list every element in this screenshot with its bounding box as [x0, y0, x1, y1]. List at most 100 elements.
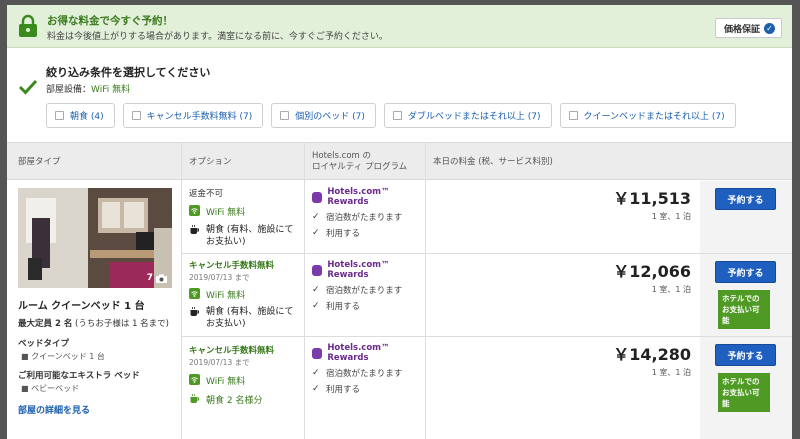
rate-row: 返金不可 WiFi 無料 朝食 (有料、施設にてお支払い) Hotels.com… [181, 181, 792, 254]
extra-bed-value: ■ ベビーベッド [21, 384, 80, 393]
wifi-label: WiFi 無料 [206, 377, 246, 387]
check-icon: ✓ [312, 212, 320, 222]
checkbox-icon[interactable] [280, 111, 290, 120]
chip-label: 朝食 (4) [70, 112, 104, 122]
cancellation-policy: 返金不可 [189, 189, 224, 199]
occupancy-note: (うちお子様は 1 名まで) [72, 319, 169, 329]
loyalty-item-label: 利用する [326, 302, 361, 312]
rewards-brand-label: Hotels.com™ Rewards [327, 260, 390, 280]
meal-label: 朝食 (有料、施設にてお支払い) [206, 307, 294, 329]
cancellation-deadline: 2019/07/13 まで [189, 358, 250, 367]
promo-title: お得な料金で今すぐ予約！ [47, 15, 173, 27]
filter-applied-amenity: 部屋設備：WiFi 無料 [46, 82, 130, 95]
filter-panel: 絞り込み条件を選択してください 部屋設備：WiFi 無料 朝食 (4) キャンセ… [7, 49, 792, 142]
filter-chip-double-bed[interactable]: ダブルベッドまたはそれ以上 (7) [383, 103, 552, 128]
room-name: ルーム クイーンベッド 1 台 [18, 301, 145, 312]
page-content: お得な料金で今すぐ予約！ 料金は今後値上がりする場合があります。満室になる前に、… [7, 5, 792, 439]
book-button[interactable]: 予約する [715, 344, 776, 366]
loyalty-info: Hotels.com™ Rewards ✓ 宿泊数がたまります ✓ 利用する [312, 187, 427, 239]
room-details-link[interactable]: 部屋の詳細を見る [18, 403, 90, 416]
booking-cell: 予約する ホテルでのお支払い可能 [700, 337, 792, 439]
photo-count: 7 [146, 273, 153, 283]
wifi-amenity: WiFi 無料 [189, 205, 299, 218]
photo-count-badge: 7 [147, 273, 167, 283]
rewards-brand: Hotels.com™ Rewards [312, 343, 427, 363]
filter-chip-free-cancellation[interactable]: キャンセル手数料無料 (7) [122, 103, 264, 128]
camera-icon [156, 274, 167, 283]
meal-amenity: 朝食 (有料、施設にてお支払い) [189, 224, 299, 248]
checkbox-icon[interactable] [131, 111, 141, 120]
rate-price: ￥14,280 1 室、1 泊 [433, 341, 691, 378]
meal-amenity: 朝食 2 名様分 [189, 393, 299, 406]
header-loyalty: Hotels.com の ロイヤルティ プログラム [312, 143, 407, 181]
check-icon: ✓ [312, 384, 320, 394]
rate-options: キャンセル手数料無料 2019/07/13 まで WiFi 無料 朝食 2 名様… [189, 344, 299, 406]
hotels-rewards-icon [312, 191, 323, 203]
bed-type-text: クイーンベッド 1 台 [31, 352, 105, 361]
price-unit: 1 室、1 泊 [651, 285, 691, 294]
coffee-cup-icon [190, 225, 199, 234]
filter-chip-breakfast[interactable]: 朝食 (4) [46, 103, 115, 128]
rewards-brand: Hotels.com™ Rewards [312, 187, 427, 207]
checkbox-icon[interactable] [392, 111, 402, 120]
loyalty-item-label: 宿泊数がたまります [326, 369, 403, 379]
wifi-label: WiFi 無料 [206, 208, 246, 218]
chip-label: 個別のベッド (7) [295, 112, 365, 122]
amenity-value: WiFi 無料 [91, 85, 131, 95]
meal-amenity: 朝食 (有料、施設にてお支払い) [189, 306, 299, 330]
chip-label: キャンセル手数料無料 (7) [146, 112, 253, 122]
cancellation-deadline: 2019/07/13 まで [189, 273, 250, 282]
hotels-rewards-icon [312, 264, 323, 276]
price-guarantee-button[interactable]: 価格保証 ✓ [714, 18, 782, 38]
checkbox-icon[interactable] [55, 111, 64, 120]
room-photo[interactable]: 7 [18, 188, 172, 288]
header-room-type: 部屋タイプ [18, 156, 61, 167]
filter-chip-separate-beds[interactable]: 個別のベッド (7) [271, 103, 376, 128]
occupancy-max: 最大定員 2 名 [18, 319, 73, 329]
checkbox-icon[interactable] [568, 111, 578, 120]
coffee-cup-icon [190, 307, 199, 316]
check-icon: ✓ [312, 368, 320, 378]
check-icon: ✓ [312, 285, 320, 295]
pay-at-hotel-badge: ホテルでのお支払い可能 [718, 290, 770, 329]
rate-row: キャンセル手数料無料 2019/07/13 まで WiFi 無料 朝食 (有料、… [181, 254, 792, 337]
room-info: 7 ルーム クイーンベッド 1 台 最大定員 2 名 (うちお子様は 1 名まで… [7, 181, 181, 439]
bed-type-heading: ベッドタイプ [18, 339, 70, 349]
booking-cell: 予約する ホテルでのお支払い可能 [700, 254, 792, 336]
book-button[interactable]: 予約する [715, 188, 776, 210]
filter-chip-queen-bed[interactable]: クイーンベッドまたはそれ以上 (7) [559, 103, 736, 128]
price-amount: ￥11,513 [613, 189, 691, 208]
amenity-prefix: 部屋設備： [46, 85, 92, 95]
rate-options: キャンセル手数料無料 2019/07/13 まで WiFi 無料 朝食 (有料、… [189, 259, 299, 330]
rewards-brand-label: Hotels.com™ Rewards [327, 343, 390, 363]
wifi-icon [189, 374, 200, 385]
price-unit: 1 室、1 泊 [651, 368, 691, 377]
cancellation-policy: キャンセル手数料無料 [189, 261, 275, 271]
loyalty-item: ✓ 利用する [312, 227, 427, 239]
rate-options: 返金不可 WiFi 無料 朝食 (有料、施設にてお支払い) [189, 187, 299, 248]
promo-banner: お得な料金で今すぐ予約！ 料金は今後値上がりする場合があります。満室になる前に、… [7, 5, 792, 48]
extra-bed-text: ベビーベッド [31, 384, 80, 393]
pay-at-hotel-badge: ホテルでのお支払い可能 [718, 373, 770, 412]
meal-label: 朝食 2 名様分 [206, 396, 263, 406]
lock-icon [19, 14, 37, 37]
filter-chips: 朝食 (4) キャンセル手数料無料 (7) 個別のベッド (7) ダブルベッドま… [46, 103, 736, 128]
loyalty-item: ✓ 宿泊数がたまります [312, 284, 427, 296]
checkmark-icon [18, 79, 38, 95]
wifi-icon [189, 205, 200, 216]
book-button[interactable]: 予約する [715, 261, 776, 283]
loyalty-item: ✓ 利用する [312, 300, 427, 312]
rate-row: キャンセル手数料無料 2019/07/13 まで WiFi 無料 朝食 2 名様… [181, 337, 792, 439]
rooms-table-header: 部屋タイプ オプション Hotels.com の ロイヤルティ プログラム 本日… [7, 142, 792, 180]
loyalty-item: ✓ 宿泊数がたまります [312, 367, 427, 379]
check-icon: ✓ [312, 228, 320, 238]
chip-label: ダブルベッドまたはそれ以上 (7) [407, 112, 541, 122]
chip-label: クイーンベッドまたはそれ以上 (7) [583, 112, 725, 122]
header-loyalty-line2: ロイヤルティ プログラム [312, 162, 408, 172]
extra-bed-heading: ご利用可能なエキストラ ベッド [18, 371, 140, 381]
meal-label: 朝食 (有料、施設にてお支払い) [206, 225, 294, 247]
price-amount: ￥12,066 [613, 262, 691, 281]
room-occupancy: 最大定員 2 名 (うちお子様は 1 名まで) [18, 317, 169, 329]
loyalty-item-label: 利用する [326, 229, 361, 239]
hotels-rewards-icon [312, 347, 323, 359]
